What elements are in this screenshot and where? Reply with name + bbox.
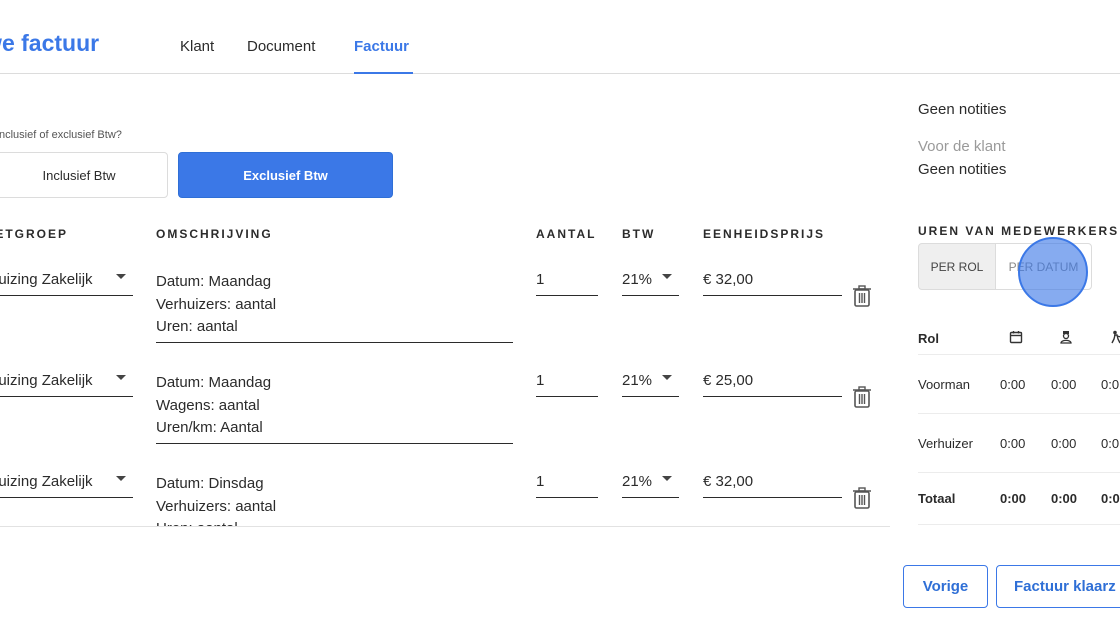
groep-select[interactable]: huizing Zakelijk <box>0 464 133 498</box>
invoice-lines-scroll-area[interactable]: huizing Zakelijk Datum: Dinsdag Verhuize… <box>0 0 890 526</box>
uren-row-rol: Verhuizer <box>918 436 973 451</box>
factuur-klaarzetten-button[interactable]: Factuur klaarz <box>996 565 1120 608</box>
user-icon <box>1060 331 1072 344</box>
desc-line: Verhuizers: aantal <box>156 497 277 515</box>
worker-icon <box>1111 330 1120 344</box>
uren-cell: 0:00 <box>1051 377 1077 392</box>
uren-cell: 0:00 <box>1000 377 1026 392</box>
uren-total-cell: 0:00 <box>1051 491 1078 506</box>
uren-total-cell: 0:0 <box>1101 491 1120 506</box>
notes-klant-label: Voor de klant <box>918 138 1006 155</box>
calendar-icon <box>1009 331 1023 344</box>
uren-row-rol: Voorman <box>918 377 971 392</box>
uren-section-title: UREN VAN MEDEWERKERS <box>918 224 1120 238</box>
btw-select-value: 21% <box>622 473 653 490</box>
trash-icon[interactable] <box>852 487 872 509</box>
uren-cell: 0:00 <box>1000 436 1026 451</box>
uren-cell: 0:0 <box>1101 377 1120 392</box>
chevron-down-icon[interactable] <box>662 476 672 481</box>
uren-total-cell: 0:00 <box>1000 491 1027 506</box>
eenheidsprijs-input[interactable]: € 32,00 <box>703 464 842 498</box>
chevron-down-icon[interactable] <box>116 476 126 481</box>
btw-select[interactable]: 21% <box>622 464 679 498</box>
uren-cell: 0:00 <box>1051 436 1077 451</box>
desc-line: Uren: aantal <box>156 518 513 526</box>
groep-select-value: huizing Zakelijk <box>0 473 93 490</box>
uren-table-divider <box>918 524 1120 525</box>
click-indicator <box>1018 237 1088 307</box>
uren-table-divider <box>918 472 1120 473</box>
aantal-input[interactable]: 1 <box>536 464 598 498</box>
uren-total-label: Totaal <box>918 491 956 506</box>
per-rol-toggle[interactable]: PER ROL <box>918 243 996 290</box>
notes-klant-value: Geen notities <box>918 161 1007 178</box>
uren-table-divider <box>918 413 1120 414</box>
uren-table-header-rol: Rol <box>918 331 939 346</box>
desc-line: Datum: Dinsdag <box>156 475 264 492</box>
uren-table-divider <box>918 354 1120 355</box>
notes-text: Geen notities <box>918 101 1007 118</box>
omschrijving-field[interactable]: Datum: Dinsdag Verhuizers: aantal Uren: … <box>156 473 513 526</box>
uren-cell: 0:0 <box>1101 436 1120 451</box>
invoice-line-row: huizing Zakelijk Datum: Dinsdag Verhuize… <box>0 464 890 526</box>
content-divider <box>0 526 890 527</box>
vorige-button[interactable]: Vorige <box>903 565 988 608</box>
